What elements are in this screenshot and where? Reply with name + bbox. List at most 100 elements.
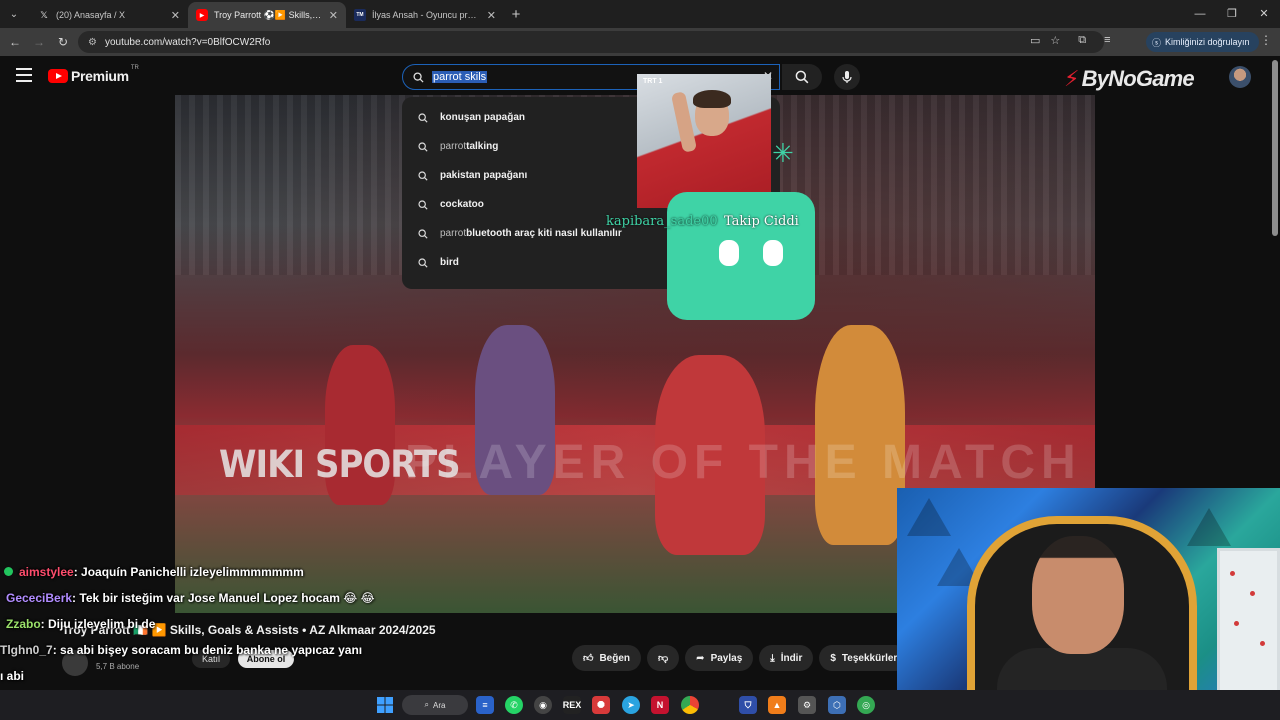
chat-message: GececiBerk: Tek bir isteğim var Jose Man… bbox=[0, 588, 420, 614]
telegram-icon[interactable]: ➤ bbox=[622, 696, 640, 714]
chat-text: : Diju izleyelim bi de bbox=[40, 617, 156, 631]
back-icon[interactable]: ← bbox=[3, 35, 27, 49]
windows-taskbar: ⌕ Ara ≡ ✆ ◉ REX ⯃ ➤ N ⛉ ▲ ⚙ ⬡ ◎ bbox=[0, 690, 1280, 720]
streamer-head bbox=[1032, 536, 1124, 654]
logo-region: TR bbox=[130, 65, 139, 71]
search-icon bbox=[418, 112, 430, 123]
x-logo-icon: 𝕏 bbox=[40, 9, 48, 20]
chat-text: ı abi bbox=[0, 669, 25, 683]
tab-x[interactable]: 𝕏 (20) Anasayfa / X ✕ bbox=[30, 2, 188, 28]
bitwarden-icon[interactable]: ⛉ bbox=[739, 696, 757, 714]
mascot-eye bbox=[763, 240, 783, 266]
new-tab-icon[interactable]: + bbox=[504, 6, 528, 23]
tab-title: Troy Parrott ⚽▶️ Skills, Goals & Assists bbox=[214, 9, 323, 20]
logo-text: Premium bbox=[71, 68, 129, 84]
tab-close-icon[interactable]: ✕ bbox=[171, 9, 180, 22]
account-avatar[interactable] bbox=[1229, 66, 1251, 88]
minimize-icon[interactable]: — bbox=[1184, 0, 1216, 28]
browser-menu-icon[interactable]: ⋮ bbox=[1260, 33, 1272, 47]
thanks-button[interactable]: $ Teşekkürler bbox=[819, 645, 909, 671]
search-button[interactable] bbox=[782, 64, 822, 90]
suggestion-text: bluetooth araç kiti nasıl kullanılır bbox=[466, 228, 622, 239]
settings-icon[interactable]: ⚙ bbox=[798, 696, 816, 714]
download-label: İndir bbox=[780, 652, 803, 664]
share-button[interactable]: ➦ Paylaş bbox=[685, 645, 754, 671]
netflix-icon[interactable]: N bbox=[651, 696, 669, 714]
microphone-icon bbox=[842, 71, 852, 83]
sponsor-text: ByNoGame bbox=[1081, 66, 1195, 91]
follow-alert-mascot bbox=[667, 192, 815, 320]
youtube-play-icon bbox=[48, 69, 68, 83]
video-background-text: PLAYER OF THE MATCH bbox=[405, 436, 1082, 489]
network-app-icon[interactable]: ⬡ bbox=[828, 696, 846, 714]
bynogame-bolt-icon: ⚡ bbox=[1064, 66, 1079, 91]
super-thanks-icon: $ bbox=[830, 652, 836, 664]
suggestion-text: konuşan papağan bbox=[440, 112, 526, 123]
forward-icon[interactable]: → bbox=[27, 35, 51, 49]
hamburger-menu-icon[interactable] bbox=[16, 68, 32, 86]
chrome-profile-icon[interactable]: ◎ bbox=[857, 696, 875, 714]
obs-icon[interactable]: ◉ bbox=[534, 696, 552, 714]
download-icon: ⤓ bbox=[770, 652, 775, 664]
search-icon bbox=[795, 70, 809, 84]
taskbar-search-label: Ara bbox=[433, 700, 446, 710]
mascot-eye bbox=[719, 240, 739, 266]
youtube-premium-logo[interactable]: Premium TR bbox=[48, 65, 139, 84]
omnibox-actions: ▭ ☆ ⧉ ≡ bbox=[1030, 34, 1111, 47]
transfermarkt-icon: TM bbox=[354, 9, 366, 21]
maximize-icon[interactable]: ❐ bbox=[1216, 0, 1248, 28]
trt-logo: TRT 1 bbox=[643, 78, 663, 85]
download-button[interactable]: ⤓ İndir bbox=[759, 645, 814, 671]
profile-verify-button[interactable]: ⓢ Kimliğinizi doğrulayın bbox=[1146, 32, 1259, 52]
extensions-icon[interactable]: ⧉ bbox=[1078, 34, 1086, 47]
like-button[interactable]: 👍︎ Beğen bbox=[572, 645, 642, 671]
game-launcher-icon[interactable]: ⯃ bbox=[592, 696, 610, 714]
whatsapp-icon[interactable]: ✆ bbox=[505, 696, 523, 714]
site-info-icon[interactable]: ⚙ bbox=[88, 37, 97, 48]
tactics-board bbox=[1217, 548, 1280, 698]
address-bar[interactable]: ⚙ youtube.com/watch?v=0BlfOCW2Rfo bbox=[78, 31, 1104, 53]
chat-username: Tlghn0_7 bbox=[0, 643, 53, 657]
tab-search-menu-icon[interactable]: ⌄ bbox=[2, 2, 26, 26]
thanks-label: Teşekkürler bbox=[841, 652, 898, 664]
dislike-button[interactable]: 👎︎ bbox=[647, 645, 680, 671]
chat-message: Zzabo: Diju izleyelim bi de bbox=[0, 614, 420, 640]
thumbs-down-icon: 👎︎ bbox=[658, 653, 669, 664]
notepad-icon[interactable]: ≡ bbox=[476, 696, 494, 714]
sparkle-icon: ✳ bbox=[772, 138, 794, 168]
search-icon bbox=[418, 199, 430, 210]
chat-username: GececiBerk bbox=[6, 591, 73, 605]
tab-transfermarkt[interactable]: TM İlyas Ansah - Oyuncu profili 25 ✕ bbox=[346, 2, 504, 28]
suggestion-text: talking bbox=[466, 141, 499, 152]
rex-app-icon[interactable]: REX bbox=[563, 696, 581, 714]
chat-text: : Tek bir isteğim var Jose Manuel Lopez … bbox=[72, 591, 375, 605]
chat-text: : Joaquín Panichelli izleyelimmmmmmm bbox=[73, 565, 304, 579]
reading-list-icon[interactable]: ≡ bbox=[1104, 34, 1110, 47]
thumbs-up-icon: 👍︎ bbox=[583, 653, 594, 664]
suggestion-text: bird bbox=[440, 257, 459, 268]
suggestion-prefix: parrot bbox=[440, 141, 467, 152]
chat-username: aimstylee bbox=[19, 565, 74, 579]
bookmark-star-icon[interactable]: ☆ bbox=[1050, 34, 1060, 47]
windows-start-icon[interactable] bbox=[376, 696, 394, 714]
tab-youtube[interactable]: ▶ Troy Parrott ⚽▶️ Skills, Goals & Assis… bbox=[188, 2, 346, 28]
vlc-icon[interactable]: ▲ bbox=[768, 696, 786, 714]
taskbar-search[interactable]: ⌕ Ara bbox=[402, 695, 468, 715]
voice-search-button[interactable] bbox=[834, 64, 860, 90]
suggestion-text: pakistan papağanı bbox=[440, 170, 528, 181]
chat-message: ı abi bbox=[0, 666, 420, 692]
page-scrollbar[interactable] bbox=[1272, 60, 1278, 236]
broadcast-photo-overlay: TRT 1 bbox=[637, 74, 771, 208]
reload-icon[interactable]: ↻ bbox=[51, 35, 75, 49]
suggestion-prefix: parrot bbox=[440, 228, 467, 239]
follow-alert-username: kapibara_sade00 bbox=[606, 214, 718, 229]
chat-text: : sa abi bişey soracam bu deniz banka ne… bbox=[52, 643, 363, 657]
chrome-icon[interactable] bbox=[681, 696, 699, 714]
tab-close-icon[interactable]: ✕ bbox=[487, 9, 496, 22]
streamer-webcam bbox=[897, 488, 1280, 698]
tab-close-icon[interactable]: ✕ bbox=[329, 9, 338, 22]
close-window-icon[interactable]: ✕ bbox=[1248, 0, 1280, 28]
cast-icon[interactable]: ▭ bbox=[1030, 34, 1040, 47]
share-label: Paylaş bbox=[710, 652, 743, 664]
profile-pill-label: Kimliğinizi doğrulayın bbox=[1165, 37, 1250, 47]
